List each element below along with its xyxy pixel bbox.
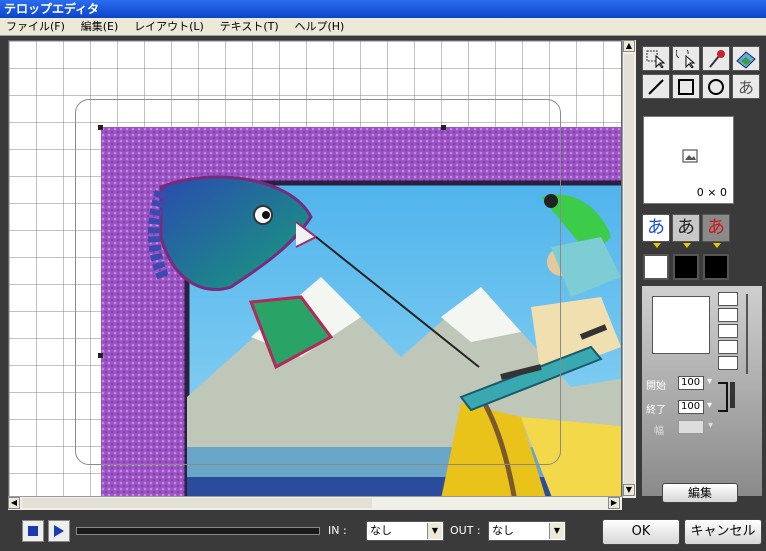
chain-link-icon[interactable] — [730, 382, 735, 408]
image-placeholder-icon — [682, 149, 698, 163]
gradient-stop[interactable] — [718, 292, 738, 306]
horizontal-scroll-thumb[interactable] — [22, 498, 372, 508]
stop-icon — [28, 526, 38, 536]
color-swatch-shadow[interactable] — [703, 254, 729, 280]
color-swatch-outline[interactable] — [673, 254, 699, 280]
style-marker-icon — [713, 243, 721, 248]
text-style-blue[interactable]: あ — [642, 214, 670, 242]
width-dropdown-icon[interactable]: ▾ — [708, 420, 713, 431]
text-style-blue-glyph: あ — [647, 217, 665, 238]
scroll-down-icon[interactable]: ▼ — [623, 484, 635, 496]
play-icon — [54, 525, 64, 537]
scroll-left-icon[interactable]: ◀ — [8, 497, 20, 509]
out-select[interactable]: なし ▼ — [488, 521, 566, 541]
chevron-down-icon: ▼ — [549, 523, 564, 539]
text-style-red-glyph: あ — [707, 217, 725, 238]
safe-area-frame — [75, 99, 561, 465]
resize-handle-top[interactable] — [441, 125, 446, 130]
menu-layout[interactable]: レイアウト(L) — [128, 18, 210, 36]
rotate-select-icon[interactable] — [672, 46, 700, 71]
menu-edit[interactable]: 編集(E) — [75, 18, 125, 36]
menu-text[interactable]: テキスト(T) — [214, 18, 285, 36]
menu-help[interactable]: ヘルプ(H) — [288, 18, 350, 36]
end-value[interactable]: 100 — [678, 400, 704, 414]
tool-panel: あ 0 × 0 あ あ あ 開始 100 ▾ 終了 100 ▾ 幅 ▾ — [638, 40, 762, 500]
ok-button[interactable]: OK — [602, 519, 680, 545]
in-select[interactable]: なし ▼ — [366, 521, 444, 541]
in-select-value: なし — [370, 524, 392, 537]
link-bracket — [718, 382, 728, 412]
chevron-down-icon: ▼ — [427, 523, 442, 539]
resize-handle-left[interactable] — [98, 353, 103, 358]
menu-file[interactable]: ファイル(F) — [0, 18, 71, 36]
gradient-slider[interactable] — [746, 294, 748, 374]
start-label: 開始 — [646, 381, 666, 392]
vertical-scroll-thumb[interactable] — [624, 54, 634, 484]
gradient-settings: 開始 100 ▾ 終了 100 ▾ 幅 ▾ — [642, 286, 762, 496]
horizontal-scrollbar[interactable]: ◀ ▶ — [8, 496, 622, 510]
timeline-bar: IN : なし ▼ OUT : なし ▼ OK キャンセル — [0, 514, 766, 551]
gradient-stop[interactable] — [718, 308, 738, 322]
stop-button[interactable] — [22, 520, 44, 542]
scroll-right-icon[interactable]: ▶ — [608, 497, 620, 509]
end-label: 終了 — [646, 405, 666, 416]
text-style-outline-glyph: あ — [677, 217, 695, 238]
preview-size: 0 × 0 — [696, 186, 727, 199]
preview-box: 0 × 0 — [643, 116, 734, 204]
start-dropdown-icon[interactable]: ▾ — [707, 376, 712, 387]
width-label: 幅 — [654, 426, 664, 437]
eyedropper-icon[interactable] — [702, 46, 730, 71]
editor-canvas[interactable] — [8, 40, 622, 498]
gradient-stop[interactable] — [718, 356, 738, 370]
rectangle-icon[interactable] — [672, 74, 700, 99]
window-title: テロップエディタ — [0, 0, 766, 18]
gradient-stop[interactable] — [718, 340, 738, 354]
text-icon[interactable]: あ — [732, 74, 760, 99]
scroll-up-icon[interactable]: ▲ — [623, 40, 635, 52]
timeline-seekbar[interactable] — [76, 527, 320, 535]
color-swatch-fill[interactable] — [643, 254, 669, 280]
ellipse-icon[interactable] — [702, 74, 730, 99]
text-style-red[interactable]: あ — [702, 214, 730, 242]
in-label: IN : — [328, 524, 347, 537]
image-insert-icon[interactable] — [732, 46, 760, 71]
style-marker-icon — [653, 243, 661, 248]
width-value[interactable] — [678, 420, 704, 434]
gradient-stop[interactable] — [718, 324, 738, 338]
out-select-value: なし — [492, 524, 514, 537]
menu-bar: ファイル(F) 編集(E) レイアウト(L) テキスト(T) ヘルプ(H) — [0, 18, 766, 36]
cancel-button[interactable]: キャンセル — [684, 519, 762, 545]
end-dropdown-icon[interactable]: ▾ — [707, 400, 712, 411]
vertical-scrollbar[interactable]: ▲ ▼ — [622, 40, 636, 498]
out-label: OUT : — [450, 524, 481, 537]
start-value[interactable]: 100 — [678, 376, 704, 390]
gradient-preview[interactable] — [652, 296, 710, 354]
play-button[interactable] — [48, 520, 70, 542]
select-arrow-icon[interactable] — [642, 46, 670, 71]
svg-text:あ: あ — [738, 78, 754, 97]
text-style-outline[interactable]: あ — [672, 214, 700, 242]
style-marker-icon — [683, 243, 691, 248]
edit-button[interactable]: 編集 — [662, 483, 738, 503]
line-icon[interactable] — [642, 74, 670, 99]
resize-handle-top-left[interactable] — [98, 125, 103, 130]
